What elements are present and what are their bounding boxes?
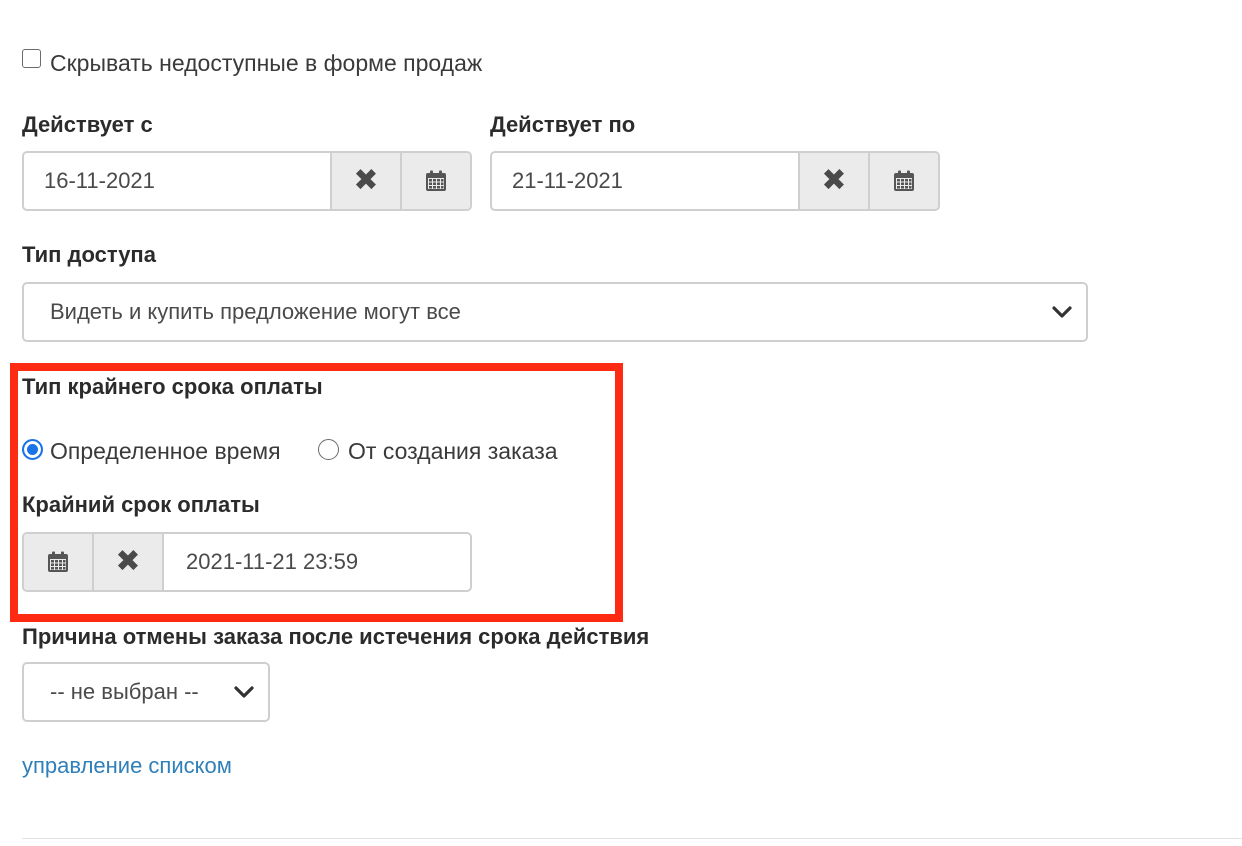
- calendar-icon: [48, 551, 68, 572]
- valid-from-field: 16-11-2021 ✖: [22, 151, 472, 211]
- payment-deadline-calendar-button[interactable]: [24, 534, 94, 590]
- radio-from-order-creation[interactable]: [318, 439, 339, 460]
- divider: [22, 838, 1242, 839]
- payment-deadline-label: Крайний срок оплаты: [22, 492, 260, 517]
- payment-deadline-input[interactable]: 2021-11-21 23:59: [164, 534, 470, 590]
- hide-unavailable-checkbox[interactable]: [22, 49, 41, 68]
- manage-list-link[interactable]: управление списком: [22, 753, 232, 779]
- valid-to-field: 21-11-2021 ✖: [490, 151, 940, 211]
- valid-to-calendar-button[interactable]: [868, 153, 938, 209]
- hide-unavailable-label[interactable]: Скрывать недоступные в форме продаж: [50, 50, 482, 77]
- cancel-reason-value: -- не выбран --: [50, 679, 199, 704]
- access-type-value: Видеть и купить предложение могут все: [50, 299, 461, 324]
- cancel-reason-select[interactable]: -- не выбран --: [22, 662, 270, 722]
- valid-from-calendar-button[interactable]: [400, 153, 470, 209]
- calendar-icon: [894, 170, 914, 191]
- access-type-select[interactable]: Видеть и купить предложение могут все: [22, 282, 1088, 342]
- access-type-label: Тип доступа: [22, 242, 156, 267]
- clear-icon: ✖: [353, 163, 379, 198]
- valid-from-clear-button[interactable]: ✖: [330, 153, 400, 209]
- clear-icon: ✖: [821, 163, 847, 198]
- calendar-icon: [426, 170, 446, 191]
- chevron-down-icon: [234, 685, 254, 699]
- radio-fixed-time-label[interactable]: Определенное время: [50, 438, 281, 465]
- radio-fixed-time[interactable]: [22, 439, 43, 460]
- payment-deadline-clear-button[interactable]: ✖: [94, 534, 164, 590]
- payment-deadline-field: ✖ 2021-11-21 23:59: [22, 532, 472, 592]
- chevron-down-icon: [1052, 305, 1072, 319]
- clear-icon: ✖: [115, 544, 141, 579]
- cancel-reason-label: Причина отмены заказа после истечения ср…: [22, 624, 650, 649]
- valid-from-label: Действует с: [22, 112, 153, 137]
- valid-to-label: Действует по: [490, 112, 636, 137]
- radio-from-order-creation-label[interactable]: От создания заказа: [348, 438, 558, 465]
- valid-from-input[interactable]: 16-11-2021: [24, 153, 330, 209]
- valid-to-clear-button[interactable]: ✖: [798, 153, 868, 209]
- valid-to-input[interactable]: 21-11-2021: [492, 153, 798, 209]
- payment-deadline-type-label: Тип крайнего срока оплаты: [22, 374, 323, 399]
